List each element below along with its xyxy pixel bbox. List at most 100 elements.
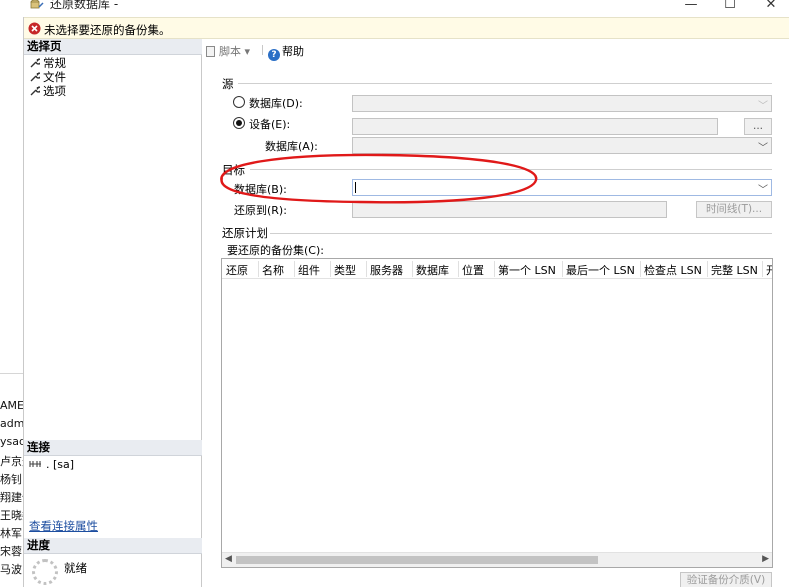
column-header[interactable]: 类型 (334, 262, 356, 278)
source-device-input[interactable] (352, 118, 718, 135)
maximize-button[interactable]: ☐ (715, 0, 745, 13)
page-files[interactable]: 文件 (30, 70, 66, 84)
column-separator (494, 261, 495, 277)
chevron-down-icon: ﹀ (758, 185, 768, 196)
column-separator (458, 261, 459, 277)
column-separator (366, 261, 367, 277)
destination-group-title: 目标 (222, 163, 245, 177)
wrench-icon (30, 72, 40, 82)
source-device-radio[interactable] (233, 117, 245, 129)
progress-status: 就绪 (64, 561, 87, 575)
wrench-icon (30, 86, 40, 96)
background-list-item: 王晓委 (0, 509, 23, 522)
help-label: 帮助 (282, 45, 304, 58)
toolbar: 脚本 ▾ ? 帮助 (202, 39, 789, 61)
device-database-select[interactable]: ﹀ (352, 137, 772, 154)
page-options[interactable]: 选项 (30, 84, 66, 98)
script-label: 脚本 (219, 45, 241, 58)
restore-to-input[interactable] (352, 201, 667, 218)
browse-device-button[interactable]: ... (744, 118, 772, 135)
column-separator (762, 261, 763, 277)
grid-header: 还原 名称 组件 类型 服务器 数据库 位置 第一个 LSN 最后一个 LSN … (222, 259, 772, 279)
background-list-item: 林军 (0, 527, 22, 540)
column-separator (707, 261, 708, 277)
help-icon: ? (268, 49, 280, 61)
backup-sets-grid[interactable]: 还原 名称 组件 类型 服务器 数据库 位置 第一个 LSN 最后一个 LSN … (221, 258, 773, 568)
script-doc-icon (206, 46, 215, 57)
toolbar-separator (262, 45, 263, 55)
column-header[interactable]: 组件 (298, 262, 320, 278)
background-list-item: 宋蓉 (0, 545, 22, 558)
page-general[interactable]: 常规 (30, 56, 66, 70)
column-header[interactable]: 第一个 LSN (498, 262, 556, 278)
source-database-select[interactable]: ﹀ (352, 95, 772, 112)
background-list-item: 卢京光 (0, 455, 23, 468)
page-options-label: 选项 (43, 84, 66, 98)
column-header[interactable]: 开 (766, 262, 772, 278)
column-separator (330, 261, 331, 277)
column-separator (258, 261, 259, 277)
source-group-title: 源 (222, 77, 234, 91)
page-files-label: 文件 (43, 70, 66, 84)
error-x-icon (28, 22, 41, 35)
error-message-bar: 未选择要还原的备份集。 (24, 17, 789, 39)
background-divider (0, 373, 23, 374)
destination-database-combobox[interactable]: ﹀ (352, 179, 772, 196)
device-database-label: 数据库(A): (265, 140, 318, 153)
close-button[interactable]: ✕ (756, 0, 786, 13)
text-caret (355, 182, 356, 193)
chevron-down-icon: ﹀ (758, 101, 768, 112)
chevron-down-icon: ﹀ (758, 143, 768, 154)
destination-database-label: 数据库(B): (234, 183, 287, 196)
connection-info: . [sa] (29, 458, 74, 471)
scroll-right-icon[interactable]: ▶ (762, 554, 769, 564)
column-separator (562, 261, 563, 277)
scrollbar-thumb[interactable] (236, 556, 598, 564)
restore-to-label: 还原到(R): (234, 204, 287, 217)
source-device-label: 设备(E): (249, 118, 291, 131)
restore-database-window: 还原数据库 - — ☐ ✕ AME admin ysad 卢京光 杨钊 翔建伟 … (0, 0, 789, 587)
connection-header: 连接 (24, 440, 202, 456)
column-header[interactable]: 名称 (262, 262, 284, 278)
background-list-item: 马波 (0, 563, 22, 576)
script-button[interactable]: 脚本 ▾ (206, 43, 250, 59)
column-header[interactable]: 最后一个 LSN (566, 262, 635, 278)
column-header[interactable]: 检查点 LSN (644, 262, 702, 278)
error-message: 未选择要还原的备份集。 (44, 23, 171, 37)
column-header[interactable]: 还原 (226, 262, 248, 278)
scroll-left-icon[interactable]: ◀ (225, 554, 232, 564)
background-list-item: ysad (0, 435, 24, 448)
column-header[interactable]: 位置 (462, 262, 484, 278)
timeline-button[interactable]: 时间线(T)... (696, 201, 772, 218)
column-separator (294, 261, 295, 277)
verify-backup-media-button[interactable]: 验证备份介质(V) (680, 572, 772, 587)
progress-spinner-icon (32, 559, 58, 585)
column-header[interactable]: 完整 LSN (711, 262, 758, 278)
column-header[interactable]: 数据库 (416, 262, 449, 278)
background-list-item: admin (0, 417, 24, 430)
destination-group-rule (250, 169, 772, 170)
left-panel: 选择页 常规 文件 选项 连接 . [sa] 查看连接属性 进度 就绪 (24, 39, 202, 587)
window-title: 还原数据库 - (50, 0, 119, 11)
minimize-button[interactable]: — (676, 0, 706, 13)
column-separator (640, 261, 641, 277)
backup-sets-label: 要还原的备份集(C): (227, 244, 324, 257)
background-list-item: AME (0, 399, 24, 412)
select-page-header: 选择页 (24, 39, 202, 55)
help-button[interactable]: ? 帮助 (268, 43, 304, 61)
source-database-radio[interactable] (233, 96, 245, 108)
view-connection-properties-link[interactable]: 查看连接属性 (29, 518, 98, 534)
connection-text: . [sa] (46, 458, 75, 471)
page-general-label: 常规 (43, 56, 66, 70)
progress-header: 进度 (24, 538, 202, 554)
restore-plan-title: 还原计划 (222, 226, 268, 240)
column-header[interactable]: 服务器 (370, 262, 403, 278)
database-app-icon (30, 0, 44, 9)
script-dropdown-icon[interactable]: ▾ (245, 45, 251, 58)
title-bar: 还原数据库 - — ☐ ✕ (0, 0, 789, 17)
column-separator (412, 261, 413, 277)
horizontal-scrollbar[interactable]: ◀ ▶ (222, 552, 772, 567)
background-list-item: 翔建伟 (0, 491, 23, 504)
restore-plan-rule (270, 233, 772, 234)
background-list-item: 杨钊 (0, 473, 22, 486)
